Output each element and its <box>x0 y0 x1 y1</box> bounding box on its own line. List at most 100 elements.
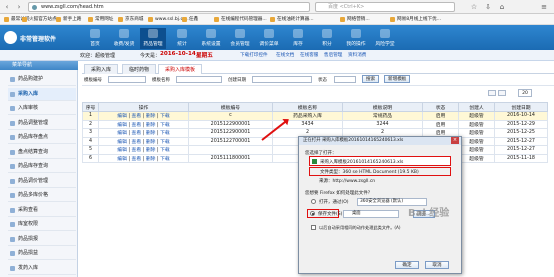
url-bar[interactable]: www.zsgll.com/head.htm <box>28 2 310 12</box>
sidebar-item[interactable]: 药品库存查询 <box>8 160 76 173</box>
sidebar-title: 菜单导航 <box>0 61 78 70</box>
sidebar-item[interactable]: 药品损益 <box>8 247 76 260</box>
op-link-0[interactable]: 编辑 <box>117 131 127 136</box>
bookmark-item[interactable]: 网络营销... <box>340 16 370 23</box>
op-link-1[interactable]: 查看 <box>132 131 142 136</box>
sidebar-item[interactable]: 采购入库 <box>8 87 76 101</box>
op-link-0[interactable]: 编辑 <box>117 123 127 128</box>
template-code-input[interactable] <box>108 76 146 83</box>
info-link-0[interactable]: 下载打印控件 <box>240 52 268 58</box>
info-link-4[interactable]: 资料消费 <box>348 52 366 58</box>
op-link-1[interactable]: 查看 <box>132 148 142 153</box>
menu-item-7[interactable]: 库存 <box>285 28 311 49</box>
bookmark-star-icon[interactable]: ☆ <box>470 3 478 11</box>
sidebar-item[interactable]: 药品损报 <box>8 233 76 246</box>
download-icon[interactable]: ⇩ <box>484 3 492 11</box>
menu-item-0[interactable]: 首页 <box>82 28 108 49</box>
template-name-input[interactable] <box>176 76 222 83</box>
browser-search-input[interactable]: 百度 <Ctrl+K> <box>315 2 455 12</box>
menu-icon-9 <box>351 29 361 38</box>
menu-item-1[interactable]: 收费/发货 <box>111 28 137 49</box>
bookmark-item[interactable]: 新手上路 <box>56 16 81 23</box>
ok-button[interactable]: 确定 <box>395 261 419 269</box>
prev-page-icon[interactable] <box>498 90 506 96</box>
sidebar-item[interactable]: 药品调价管理 <box>8 175 76 188</box>
op-link-3[interactable]: 下载 <box>160 148 170 153</box>
forward-icon[interactable]: › <box>15 3 23 11</box>
sidebar-item[interactable]: 药品库存盘点 <box>8 131 76 144</box>
info-link-3[interactable]: 售后管理 <box>324 52 342 58</box>
tab-temp-drugs[interactable]: 临时药物 <box>122 64 157 74</box>
sidebar-item[interactable]: 盘点结算查询 <box>8 146 76 159</box>
bookmark-item[interactable]: 任鑫 <box>182 16 198 23</box>
open-with-radio[interactable] <box>311 199 316 204</box>
sidebar-item[interactable]: 采购查看 <box>8 204 76 217</box>
back-icon[interactable]: ‹ <box>3 3 11 11</box>
op-link-3[interactable]: 下载 <box>160 140 170 145</box>
table-row[interactable]: 2 编辑 | 查看 | 删除 | 下载 2015122900001 3434 3244 启… <box>82 119 548 129</box>
op-link-2[interactable]: 删除 <box>146 157 156 162</box>
op-link-3[interactable]: 下载 <box>160 114 170 119</box>
menu-icon-0 <box>90 29 100 38</box>
cell-status: 启用 <box>422 119 459 129</box>
bookmark-item[interactable]: 京东商城 <box>118 16 143 23</box>
create-date-input[interactable] <box>252 76 312 83</box>
menu-item-10[interactable]: 风险学堂 <box>372 28 398 49</box>
menu-item-6[interactable]: 调价菜单 <box>256 28 282 49</box>
tab-purchase-in[interactable]: 采购入库 <box>84 64 119 74</box>
add-template-button[interactable]: 新增模板 <box>384 75 411 83</box>
bookmark-item[interactable]: 在线编程代码管理器... <box>214 16 267 23</box>
sidebar-item[interactable]: 药品调整管理 <box>8 117 76 130</box>
sidebar-item[interactable]: 发药入库 <box>8 262 76 275</box>
op-link-2[interactable]: 删除 <box>146 148 156 153</box>
op-link-1[interactable]: 查看 <box>132 123 142 128</box>
cancel-button[interactable]: 取消 <box>425 261 449 269</box>
op-link-0[interactable]: 编辑 <box>117 140 127 145</box>
table-row[interactable]: 1 编辑 | 查看 | 删除 | 下载 c 药品采购入库 常规药品 启用 超级管 2016-1… <box>82 111 548 121</box>
menu-item-5[interactable]: 会员管理 <box>227 28 253 49</box>
op-link-1[interactable]: 查看 <box>132 157 142 162</box>
op-link-3[interactable]: 下载 <box>160 123 170 128</box>
op-link-3[interactable]: 下载 <box>160 157 170 162</box>
menu-label: 药品管理 <box>143 42 163 47</box>
menu-icon[interactable]: ≡ <box>540 3 548 11</box>
op-link-2[interactable]: 删除 <box>146 114 156 119</box>
op-link-0[interactable]: 编辑 <box>117 114 127 119</box>
search-button[interactable]: 搜索 <box>362 75 380 83</box>
app-logo <box>4 31 17 44</box>
menu-item-2[interactable]: 药品管理 <box>140 28 166 49</box>
op-link-2[interactable]: 删除 <box>146 123 156 128</box>
info-link-2[interactable]: 在线客服 <box>300 52 318 58</box>
bookmark-item[interactable]: 在线油耗计算器... <box>270 16 314 23</box>
tab-purchase-template[interactable]: 采购入库模板 <box>158 64 203 74</box>
op-link-0[interactable]: 编辑 <box>117 148 127 153</box>
info-link-1[interactable]: 在线文档 <box>276 52 294 58</box>
close-icon[interactable]: × <box>451 137 459 144</box>
sidebar-item[interactable]: 药品购建护 <box>8 73 76 86</box>
home-icon[interactable]: ⌂ <box>498 3 506 11</box>
bookmark-item[interactable]: 火狐官方站点 <box>22 16 57 23</box>
op-link-0[interactable]: 编辑 <box>117 157 127 162</box>
sidebar-item[interactable]: 入库审核 <box>8 102 76 115</box>
save-file-radio[interactable] <box>310 211 315 216</box>
menu-item-4[interactable]: 系统设置 <box>198 28 224 49</box>
sidebar-item[interactable]: 库室权限 <box>8 218 76 231</box>
menu-item-3[interactable]: 统计 <box>169 28 195 49</box>
op-link-1[interactable]: 查看 <box>132 114 142 119</box>
page-size-select[interactable]: 20 <box>518 89 532 97</box>
sidebar-item[interactable]: 药品多库价格 <box>8 189 76 202</box>
bookmark-item[interactable]: 常用网址 <box>88 16 113 23</box>
bookmark-item[interactable]: 网易8月线上线下优... <box>390 16 441 23</box>
menu-item-8[interactable]: 积分 <box>314 28 340 49</box>
op-link-2[interactable]: 删除 <box>146 140 156 145</box>
menu-icon-5 <box>235 29 245 38</box>
op-link-2[interactable]: 删除 <box>146 131 156 136</box>
status-select[interactable] <box>334 76 356 83</box>
remember-checkbox[interactable] <box>311 225 316 230</box>
op-link-3[interactable]: 下载 <box>160 131 170 136</box>
save-location-select[interactable]: 桌面 <box>343 210 399 218</box>
menu-item-9[interactable]: 我的操作 <box>343 28 369 49</box>
op-link-1[interactable]: 查看 <box>132 140 142 145</box>
cell-date: 2015-11-18 <box>494 153 548 163</box>
first-page-icon[interactable] <box>488 90 496 96</box>
